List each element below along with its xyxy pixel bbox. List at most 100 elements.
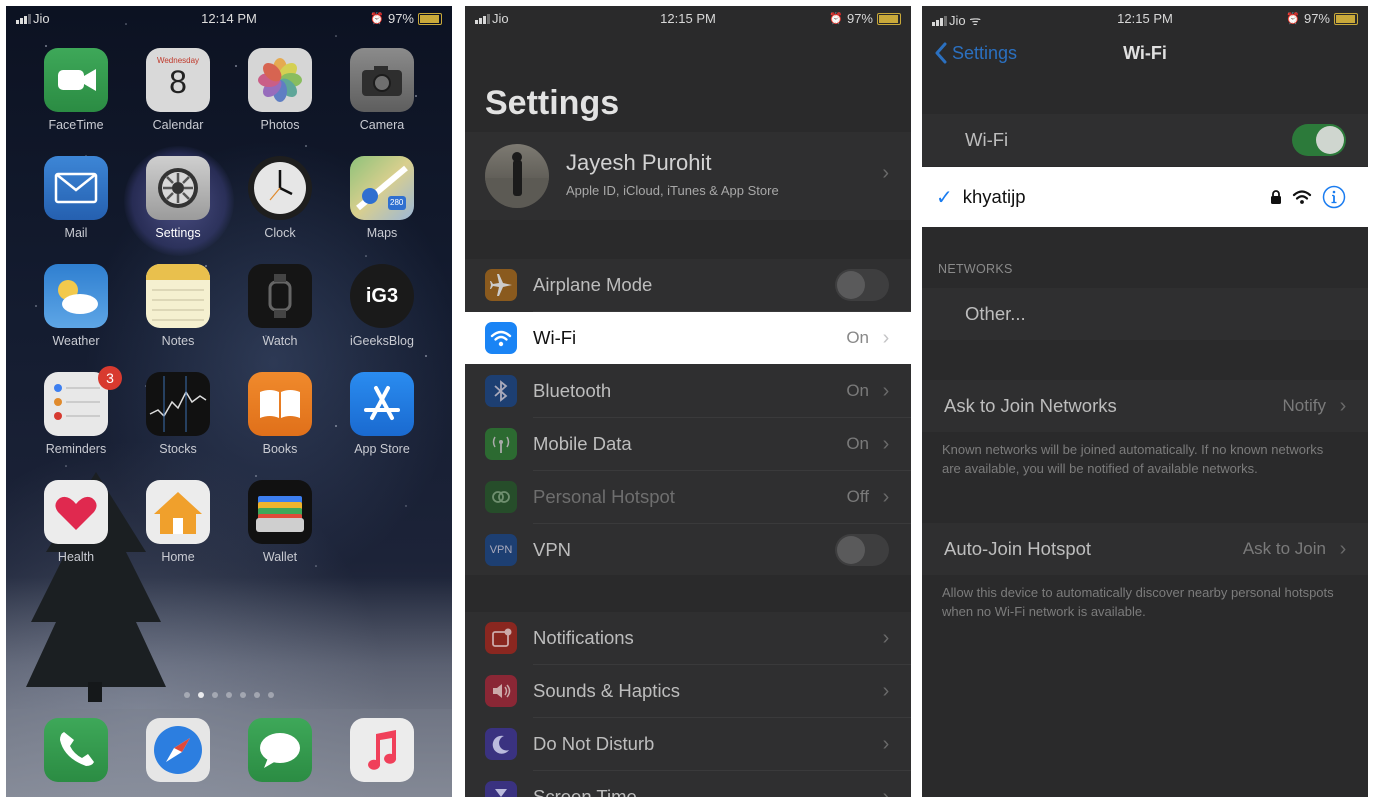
speaker-icon (485, 675, 517, 707)
app-notes[interactable]: Notes (136, 264, 220, 348)
app-photos[interactable]: Photos (238, 48, 322, 132)
notes-icon (146, 264, 210, 328)
app-wallet[interactable]: Wallet (238, 480, 322, 564)
settings-gear-icon (146, 156, 210, 220)
auto-join-hotspot-row[interactable]: Auto-Join Hotspot Ask to Join › (922, 523, 1368, 575)
settings-row-airplane-mode[interactable]: Airplane Mode (465, 259, 911, 311)
page-dot (226, 692, 232, 698)
app-igeeksblog[interactable]: iG3 iGeeksBlog (340, 264, 424, 348)
app-facetime[interactable]: FaceTime (34, 48, 118, 132)
chevron-right-icon: › (1339, 394, 1347, 417)
settings-row-bluetooth[interactable]: Bluetooth On › (465, 365, 911, 417)
status-bar: Jio 12:15 PM ⏰ 97% (465, 6, 911, 32)
battery-status: ⏰ 97% (829, 11, 901, 26)
chevron-right-icon: › (882, 326, 890, 349)
stocks-icon (146, 372, 210, 436)
app-books[interactable]: Books (238, 372, 322, 456)
app-health[interactable]: Health (34, 480, 118, 564)
page-indicator[interactable] (6, 685, 452, 703)
ask-to-join-group: Ask to Join Networks Notify › (922, 380, 1368, 432)
app-watch[interactable]: Watch (238, 264, 322, 348)
network-name: khyatijp (962, 186, 1026, 207)
settings-row-mobile-data[interactable]: Mobile Data On › (465, 418, 911, 470)
vpn-toggle[interactable] (835, 534, 889, 566)
hourglass-icon (485, 781, 517, 797)
facetime-icon (44, 48, 108, 112)
wifi-toggle-group: Wi-Fi (922, 114, 1368, 166)
ask-to-join-row[interactable]: Ask to Join Networks Notify › (922, 380, 1368, 432)
hotspot-status-value: Off (846, 487, 869, 506)
home-screen: Jio 12:14 PM ⏰ 97% FaceTime Wednesday 8 C… (6, 6, 452, 797)
antenna-icon (485, 428, 517, 460)
ask-to-join-value: Notify (1282, 396, 1326, 415)
battery-status: ⏰ 97% (1286, 11, 1358, 26)
connected-network-group: ✓ khyatijp (922, 167, 1368, 227)
app-weather[interactable]: Weather (34, 264, 118, 348)
safari-icon (146, 718, 210, 782)
connectivity-group: Airplane Mode Wi-Fi On › Bluetooth On › (465, 259, 911, 575)
maps-icon: 280 (350, 156, 414, 220)
info-button-icon[interactable] (1322, 185, 1346, 209)
lock-icon (1271, 190, 1281, 204)
app-calendar[interactable]: Wednesday 8 Calendar (136, 48, 220, 132)
moon-icon (485, 728, 517, 760)
apple-id-profile-row[interactable]: Jayesh Purohit Apple ID, iCloud, iTunes … (465, 132, 911, 220)
app-safari[interactable] (136, 718, 220, 782)
wallet-icon (248, 480, 312, 544)
connected-network-row[interactable]: ✓ khyatijp (922, 171, 1368, 223)
settings-row-sounds-haptics[interactable]: Sounds & Haptics › (465, 665, 911, 717)
page-dot (268, 692, 274, 698)
wifi-toggle-row[interactable]: Wi-Fi (922, 114, 1368, 166)
app-maps[interactable]: 280 Maps (340, 156, 424, 240)
app-app-store[interactable]: App Store (340, 372, 424, 456)
app-camera[interactable]: Camera (340, 48, 424, 132)
app-store-icon (350, 372, 414, 436)
notification-badge: 3 (98, 366, 122, 390)
app-clock[interactable]: Clock (238, 156, 322, 240)
settings-row-screen-time[interactable]: Screen Time › (465, 771, 911, 797)
hotspot-icon (485, 481, 517, 513)
chevron-right-icon: › (882, 626, 890, 649)
mobile-data-status-value: On (846, 434, 869, 453)
settings-row-wifi[interactable]: Wi-Fi On › (465, 312, 911, 364)
page-title: Settings (485, 84, 620, 122)
battery-icon (418, 12, 442, 25)
auto-join-group: Auto-Join Hotspot Ask to Join › (922, 523, 1368, 575)
airplane-icon (485, 269, 517, 301)
wifi-icon (485, 322, 517, 354)
app-home[interactable]: Home (136, 480, 220, 564)
app-stocks[interactable]: Stocks (136, 372, 220, 456)
other-network-row[interactable]: Other... (922, 288, 1368, 340)
home-icon (146, 480, 210, 544)
status-bar: Jio 12:14 PM ⏰ 97% (6, 6, 452, 32)
settings-row-personal-hotspot[interactable]: Personal Hotspot Off › (465, 471, 911, 523)
app-phone[interactable] (34, 718, 118, 782)
chevron-right-icon: › (882, 162, 889, 184)
app-messages[interactable] (238, 718, 322, 782)
app-music[interactable] (340, 718, 424, 782)
messages-icon (248, 718, 312, 782)
settings-row-do-not-disturb[interactable]: Do Not Disturb › (465, 718, 911, 770)
chevron-right-icon: › (882, 379, 890, 402)
watch-icon (248, 264, 312, 328)
page-dot (212, 692, 218, 698)
checkmark-icon: ✓ (936, 186, 953, 209)
battery-icon (1334, 12, 1358, 25)
bluetooth-icon (485, 375, 517, 407)
wifi-strength-icon (1292, 190, 1312, 204)
page-dot-active (198, 692, 204, 698)
settings-row-vpn[interactable]: VPN VPN (465, 524, 911, 576)
airplane-mode-toggle[interactable] (835, 269, 889, 301)
app-reminders[interactable]: 3 Reminders (34, 366, 122, 456)
mail-icon (44, 156, 108, 220)
battery-icon (877, 12, 901, 25)
health-icon (44, 480, 108, 544)
wifi-toggle[interactable] (1292, 124, 1346, 156)
weather-icon (44, 264, 108, 328)
photos-icon (248, 48, 312, 112)
settings-row-notifications[interactable]: Notifications › (465, 612, 911, 664)
vpn-icon: VPN (485, 534, 517, 566)
app-settings[interactable]: Settings (136, 156, 220, 240)
app-mail[interactable]: Mail (34, 156, 118, 240)
auto-join-footer: Allow this device to automatically disco… (942, 585, 1334, 619)
